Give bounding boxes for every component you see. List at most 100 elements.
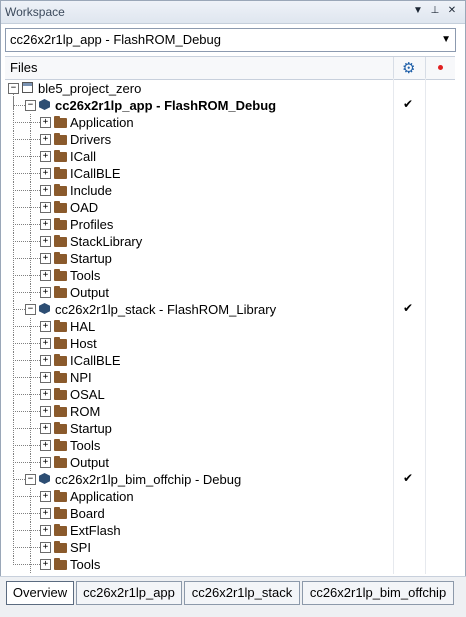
expand-icon[interactable]: + [40,559,51,570]
tree-folder-row[interactable]: + Profiles [5,216,455,233]
tree-folder-row[interactable]: + Output [5,284,455,301]
expand-icon[interactable]: + [40,270,51,281]
collapse-icon[interactable]: − [25,304,36,315]
tree-folder-row[interactable]: + ExtFlash [5,522,455,539]
expand-icon[interactable]: + [40,321,51,332]
configuration-select[interactable]: cc26x2r1lp_app - FlashROM_Debug ▼ [5,28,456,52]
expand-icon[interactable]: + [40,406,51,417]
tree-folder-row[interactable]: + Output [5,454,455,471]
tree-connector [13,148,14,165]
tree-folder-row[interactable]: + Application [5,488,455,505]
expand-icon[interactable]: + [40,219,51,230]
tree-connector [13,369,14,386]
tab-overview[interactable]: Overview [6,581,74,605]
tree-folder-row[interactable]: + Tools [5,267,455,284]
expand-icon[interactable]: + [40,542,51,553]
folder-icon [54,558,67,570]
expand-icon[interactable]: + [40,355,51,366]
configuration-value: cc26x2r1lp_app - FlashROM_Debug [10,32,221,47]
tree-item-label: cc26x2r1lp_bim_offchip - Debug [55,472,242,487]
expand-icon[interactable]: + [40,185,51,196]
project-icon [39,99,50,110]
tree-folder-row[interactable]: + StackLibrary [5,233,455,250]
chevron-down-icon[interactable]: ▼ [441,34,451,45]
tree-folder-row[interactable]: + Include [5,182,455,199]
expand-icon[interactable]: + [40,202,51,213]
expand-icon[interactable]: + [40,372,51,383]
tree-folder-row[interactable]: + HAL [5,318,455,335]
tree-folder-row[interactable]: + Startup [5,420,455,437]
tree-connector [13,352,14,369]
tree-folder-row[interactable]: + SPI [5,539,455,556]
tree-item-label: Application [70,115,134,130]
tree-folder-row[interactable]: + ICallBLE [5,165,455,182]
tree-folder-row[interactable]: + Host [5,335,455,352]
tree-connector [13,454,14,471]
expand-icon[interactable]: + [40,253,51,264]
tree-project-row[interactable]: − cc26x2r1lp_app - FlashROM_Debug ✔ [5,97,455,114]
tree-item-label: cc26x2r1lp_stack - FlashROM_Library [55,302,277,317]
folder-icon [54,354,67,366]
tree-connector [13,267,14,284]
settings-column[interactable]: ⚙ [393,57,426,79]
project-icon [39,473,50,484]
red-dot-icon [438,65,443,70]
tree-connector [30,547,40,548]
collapse-icon[interactable]: − [8,83,19,94]
tree-connector [30,122,40,123]
tree-connector [13,335,14,352]
tree-folder-row[interactable]: + Tools [5,437,455,454]
tree-project-row[interactable]: − cc26x2r1lp_stack - FlashROM_Library ✔ [5,301,455,318]
tab-cc26x2r1lp-app[interactable]: cc26x2r1lp_app [76,581,182,605]
tree-folder-row[interactable]: + NPI [5,369,455,386]
close-icon[interactable]: ✕ [445,4,459,18]
tree-folder-row[interactable]: + ICallBLE [5,352,455,369]
tab-cc26x2r1lp-bim-offchip[interactable]: cc26x2r1lp_bim_offchip [302,581,454,605]
expand-icon[interactable]: + [40,423,51,434]
tree-connector [13,488,14,505]
collapse-icon[interactable]: − [25,100,36,111]
expand-icon[interactable]: + [40,168,51,179]
tree-item-label: Output [70,285,110,300]
tree-connector [30,411,40,412]
expand-icon[interactable]: + [40,389,51,400]
folder-icon [54,150,67,162]
expand-icon[interactable]: + [40,287,51,298]
tree-folder-row[interactable]: + OAD [5,199,455,216]
tree-project-row[interactable]: − cc26x2r1lp_bim_offchip - Debug ✔ [5,471,455,488]
tree-item-label: ROM [70,404,101,419]
collapse-icon[interactable]: − [25,474,36,485]
tree-folder-row[interactable]: + ROM [5,403,455,420]
panel-menu-icon[interactable]: ▼ [411,4,425,18]
expand-icon[interactable]: + [40,134,51,145]
tree-folder-row[interactable]: + OSAL [5,386,455,403]
tab-cc26x2r1lp-stack[interactable]: cc26x2r1lp_stack [184,581,300,605]
folder-icon [54,524,67,536]
folder-icon [54,371,67,383]
tree-folder-row[interactable]: + Board [5,505,455,522]
tree-folder-row[interactable]: + Startup [5,250,455,267]
pin-icon[interactable]: ⊥ [428,4,442,18]
expand-icon[interactable]: + [40,236,51,247]
tree-connector [13,131,14,148]
gear-icon[interactable]: ⚙ [402,59,415,77]
expand-icon[interactable]: + [40,117,51,128]
expand-icon[interactable]: + [40,440,51,451]
tree-folder-row[interactable]: + Drivers [5,131,455,148]
tree-workspace-row[interactable]: − ble5_project_zero [5,80,455,109]
tree-folder-row[interactable]: + Tools [5,556,455,573]
expand-icon[interactable]: + [40,457,51,468]
expand-icon[interactable]: + [40,525,51,536]
expand-icon[interactable]: + [40,151,51,162]
debug-column[interactable] [425,57,456,79]
tree-connector [30,156,40,157]
tree-connector [13,284,14,301]
expand-icon[interactable]: + [40,491,51,502]
tree-folder-row[interactable]: + ICall [5,148,455,165]
expand-icon[interactable]: + [40,508,51,519]
tree-connector [30,139,40,140]
tree-folder-row[interactable]: + Application [5,114,455,131]
expand-icon[interactable]: + [40,338,51,349]
tree-connector [30,173,40,174]
tree-connector [30,207,40,208]
